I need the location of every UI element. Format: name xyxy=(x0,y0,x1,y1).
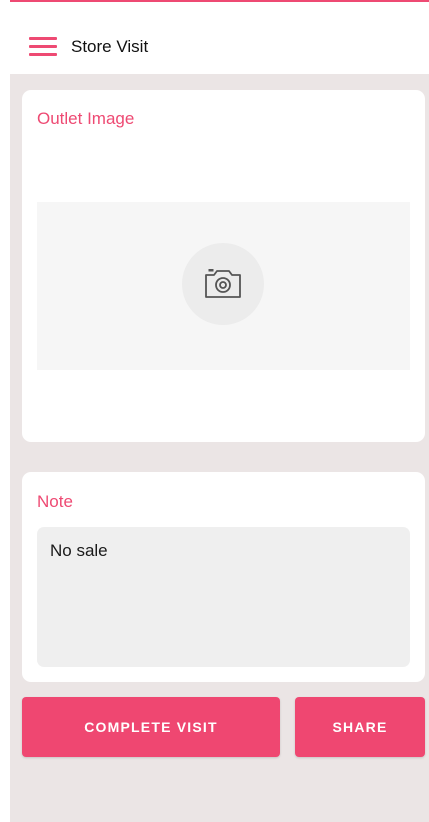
note-title: Note xyxy=(37,492,73,511)
menu-bar-top xyxy=(29,37,57,40)
complete-visit-button[interactable]: COMPLETE VISIT xyxy=(22,697,280,757)
note-card: Note No sale xyxy=(22,472,425,682)
camera-icon xyxy=(205,269,241,298)
outlet-image-title: Outlet Image xyxy=(37,109,135,128)
menu-bar-bottom xyxy=(29,53,57,56)
camera-button[interactable] xyxy=(182,243,264,325)
share-button[interactable]: SHARE xyxy=(295,697,425,757)
outlet-image-picker[interactable] xyxy=(37,202,410,370)
app-bar: Store Visit xyxy=(10,0,429,74)
note-field[interactable]: No sale xyxy=(37,527,410,667)
store-visit-screen: Store Visit Outlet Image Note No sale CO… xyxy=(10,0,429,822)
outlet-image-card: Outlet Image xyxy=(22,90,425,442)
page-title: Store Visit xyxy=(71,37,149,56)
hamburger-menu-icon[interactable] xyxy=(27,36,59,58)
menu-bar-middle xyxy=(29,45,57,48)
